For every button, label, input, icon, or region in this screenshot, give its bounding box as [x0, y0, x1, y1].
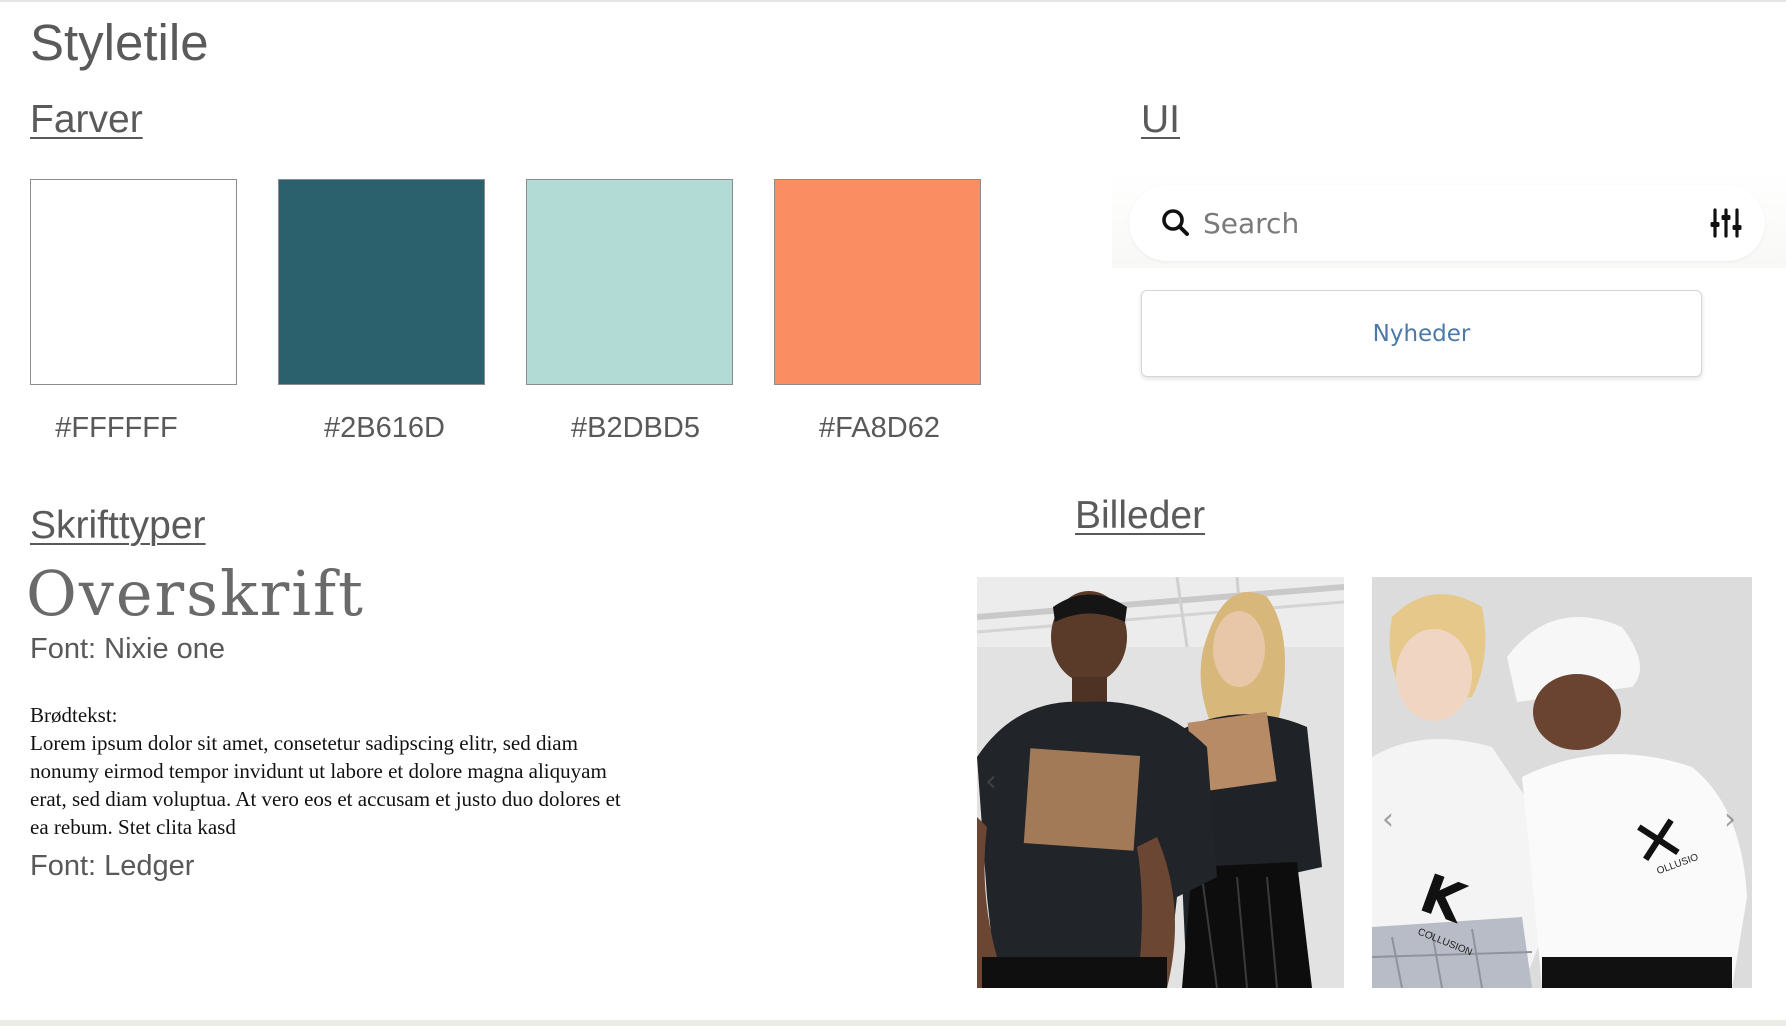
images-heading: Billeder: [1075, 494, 1206, 537]
body-text-sample: Lorem ipsum dolor sit amet, consetetur s…: [30, 731, 621, 839]
swatch-teal-light-label: #B2DBD5: [571, 412, 700, 444]
ui-heading: UI: [1141, 98, 1180, 141]
sliders-icon[interactable]: [1709, 206, 1743, 240]
swatch-orange-label: #FA8D62: [819, 412, 940, 444]
swatch-white-label: #FFFFFF: [55, 412, 178, 444]
nyheder-button[interactable]: Nyheder: [1141, 290, 1702, 377]
bottom-divider: [0, 1020, 1786, 1026]
colors-heading: Farver: [30, 98, 143, 141]
swatch-teal-dark: [278, 179, 485, 385]
headline-font-caption: Font: Nixie one: [30, 633, 226, 665]
swatch-orange: [774, 179, 981, 385]
body-text-label: Brødtekst:: [30, 703, 118, 727]
swatch-teal-light: [526, 179, 733, 385]
chevron-left-icon[interactable]: ‹: [985, 764, 997, 799]
chevron-left-icon[interactable]: ‹: [1382, 802, 1394, 837]
body-font-caption: Font: Ledger: [30, 850, 195, 882]
fonts-heading: Skrifttyper: [30, 504, 206, 547]
page-title: Styletile: [30, 14, 209, 71]
search-input[interactable]: [1203, 203, 1683, 243]
headline-font-sample: Overskrift: [26, 557, 365, 630]
top-divider: [0, 0, 1786, 2]
swatch-teal-dark-label: #2B616D: [324, 412, 445, 444]
swatch-white: [30, 179, 237, 385]
photo-dark-tshirts: ‹: [977, 577, 1344, 988]
search-icon[interactable]: [1160, 207, 1192, 239]
photo-white-tshirts: ✕ OLLUSIO K COLLUSION ‹ ›: [1372, 577, 1752, 988]
chevron-right-icon[interactable]: ›: [1724, 802, 1736, 837]
photo-dark-tshirts-art: [977, 577, 1344, 988]
